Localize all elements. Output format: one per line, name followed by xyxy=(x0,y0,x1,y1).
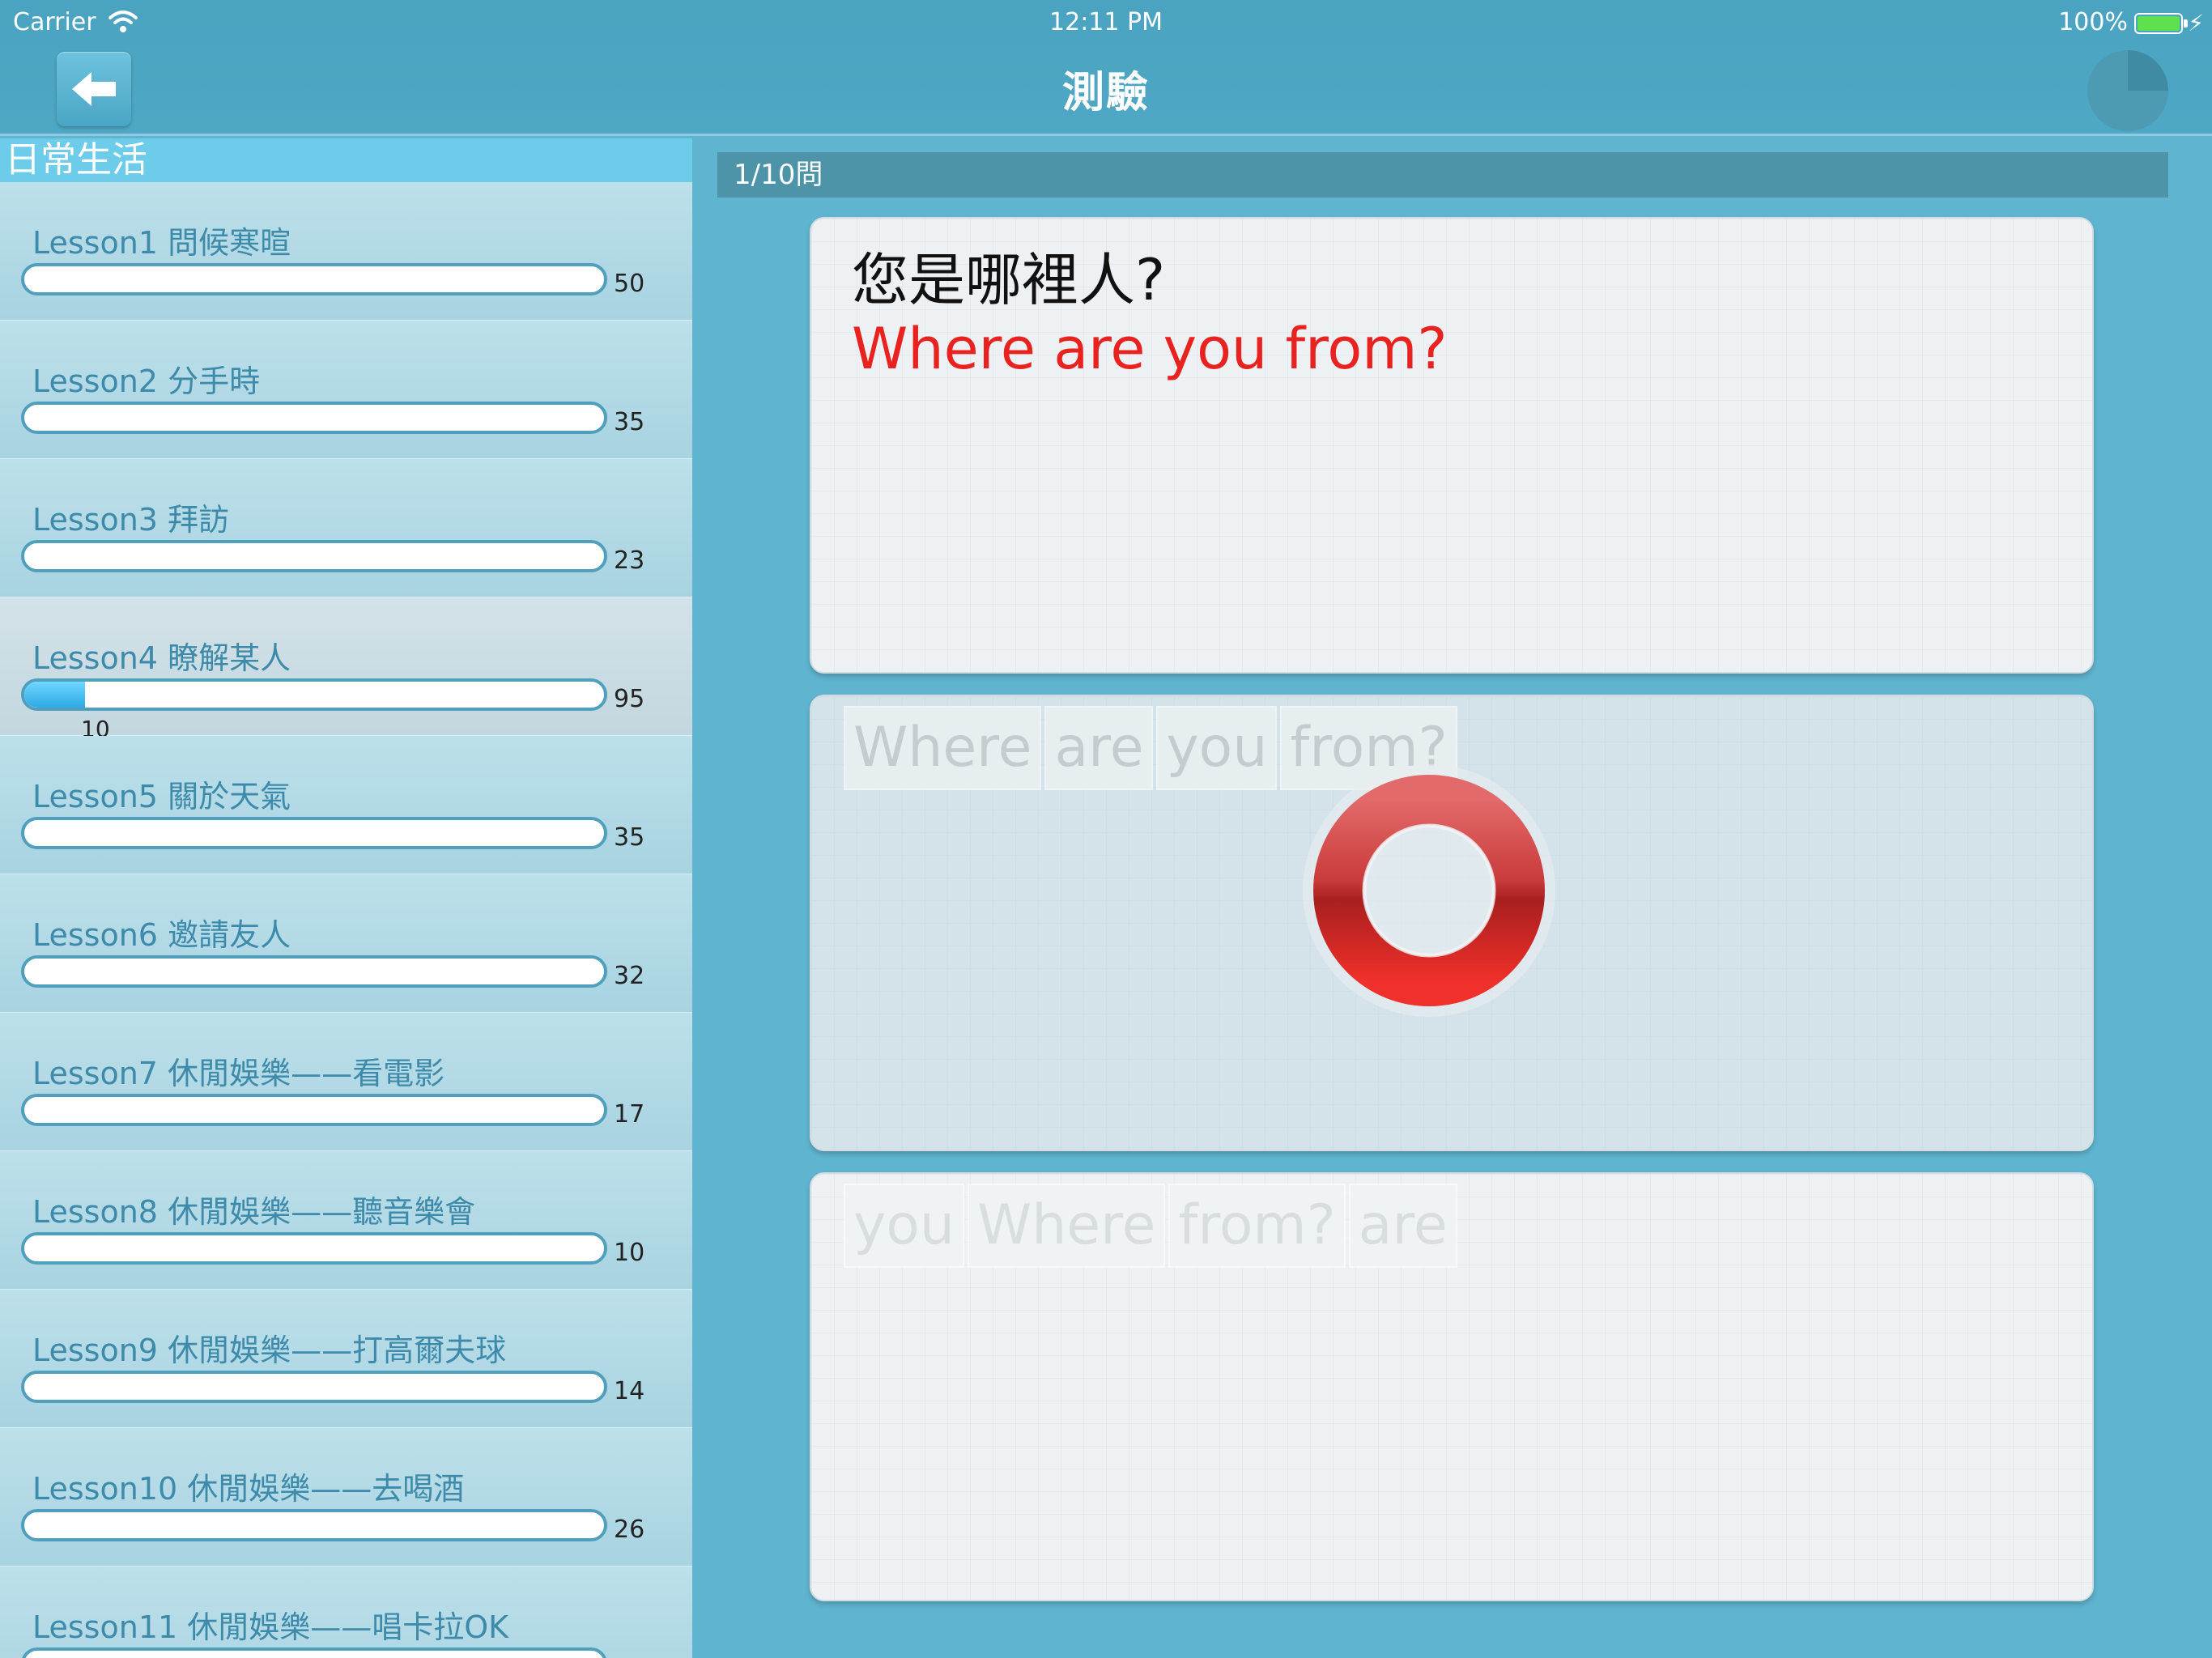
correct-circle-icon xyxy=(1303,764,1555,1017)
lesson-progress-bar xyxy=(21,1232,607,1265)
lesson-progress-bar xyxy=(21,678,607,711)
lesson-item[interactable]: Lesson11 休閒娛樂——唱卡拉OK xyxy=(0,1567,692,1658)
answer-area[interactable]: Where are you from? xyxy=(810,695,2094,1151)
battery-percent: 100% xyxy=(2058,8,2128,36)
lesson-total: 23 xyxy=(614,546,645,575)
battery-tip xyxy=(2184,19,2188,28)
lesson-title: Lesson11 休閒娛樂——唱卡拉OK xyxy=(32,1609,509,1645)
lesson-item[interactable]: Lesson8 休閒娛樂——聽音樂會 10 xyxy=(0,1151,692,1290)
lesson-title: Lesson3 拜訪 xyxy=(32,502,230,538)
lesson-title: Lesson1 問候寒暄 xyxy=(32,225,291,261)
lesson-progress-bar xyxy=(21,955,607,988)
lesson-progress-bar xyxy=(21,1371,607,1403)
lesson-item[interactable]: Lesson1 問候寒暄 50 xyxy=(0,182,692,321)
lesson-progress-bar xyxy=(21,1094,607,1126)
clock-label: 12:11 PM xyxy=(1049,8,1163,36)
section-header: 日常生活 xyxy=(0,138,692,182)
lesson-progress-bar xyxy=(21,540,607,572)
lesson-sidebar: 日常生活 Lesson1 問候寒暄 50 Lesson2 分手時 35 Less… xyxy=(0,138,692,1658)
answer-word[interactable]: are xyxy=(1046,708,1152,789)
lesson-item[interactable]: Lesson3 拜訪 23 xyxy=(0,459,692,597)
question-english: Where are you from? xyxy=(852,316,1448,382)
question-card: 您是哪裡人? Where are you from? xyxy=(810,217,2094,674)
page-title: 測驗 xyxy=(1061,69,1150,117)
choice-word[interactable]: you xyxy=(845,1185,963,1266)
lesson-item-selected[interactable]: Lesson4 瞭解某人 95 10 xyxy=(0,597,692,742)
lesson-total: 35 xyxy=(614,823,645,852)
battery-icon xyxy=(2134,13,2183,34)
lesson-title: Lesson5 關於天氣 xyxy=(32,779,291,814)
lesson-item[interactable]: Lesson6 邀請友人 32 xyxy=(0,874,692,1013)
lesson-progress-bar xyxy=(21,817,607,849)
lesson-title: Lesson7 休閒娛樂——看電影 xyxy=(32,1056,445,1091)
choice-word-row: you Where from? are xyxy=(845,1185,1456,1266)
lesson-title: Lesson8 休閒娛樂——聽音樂會 xyxy=(32,1194,476,1230)
lesson-progress-bar xyxy=(21,263,607,295)
lesson-progress-bar xyxy=(21,1647,607,1658)
lesson-title: Lesson2 分手時 xyxy=(32,363,261,399)
lesson-item[interactable]: Lesson7 休閒娛樂——看電影 17 xyxy=(0,1013,692,1151)
lesson-title: Lesson9 休閒娛樂——打高爾夫球 xyxy=(32,1333,507,1368)
lesson-total: 26 xyxy=(614,1516,645,1544)
word-bank: you Where from? are xyxy=(810,1172,2094,1601)
lesson-title: Lesson10 休閒娛樂——去喝酒 xyxy=(32,1471,465,1507)
lesson-item[interactable]: Lesson10 休閒娛樂——去喝酒 26 xyxy=(0,1428,692,1567)
lesson-total: 17 xyxy=(614,1100,645,1129)
lesson-title: Lesson4 瞭解某人 xyxy=(32,640,291,676)
question-chinese: 您是哪裡人? xyxy=(852,247,1166,313)
navigation-bar: Carrier 12:11 PM 100% ⚡ 測驗 xyxy=(0,0,2212,136)
lesson-title: Lesson6 邀請友人 xyxy=(32,917,291,953)
lesson-total: 50 xyxy=(614,270,645,298)
pie-timer-icon xyxy=(2087,50,2168,131)
lesson-total: 95 xyxy=(614,685,645,713)
question-counter: 1/10問 xyxy=(717,152,2168,198)
charging-icon: ⚡ xyxy=(2188,10,2204,36)
lesson-progress-bar xyxy=(21,402,607,434)
choice-word[interactable]: Where xyxy=(968,1185,1164,1266)
answer-word[interactable]: Where xyxy=(845,708,1040,789)
lesson-item[interactable]: Lesson9 休閒娛樂——打高爾夫球 14 xyxy=(0,1290,692,1428)
lesson-item[interactable]: Lesson5 關於天氣 35 xyxy=(0,736,692,874)
lesson-total: 35 xyxy=(614,408,645,436)
lesson-item[interactable]: Lesson2 分手時 35 xyxy=(0,321,692,459)
choice-word[interactable]: are xyxy=(1350,1185,1456,1266)
lesson-progress-bar xyxy=(21,1509,607,1541)
choice-word[interactable]: from? xyxy=(1170,1185,1344,1266)
lesson-total: 10 xyxy=(614,1239,645,1267)
answer-word[interactable]: you xyxy=(1158,708,1276,789)
lesson-total: 32 xyxy=(614,962,645,990)
lesson-total: 14 xyxy=(614,1377,645,1405)
